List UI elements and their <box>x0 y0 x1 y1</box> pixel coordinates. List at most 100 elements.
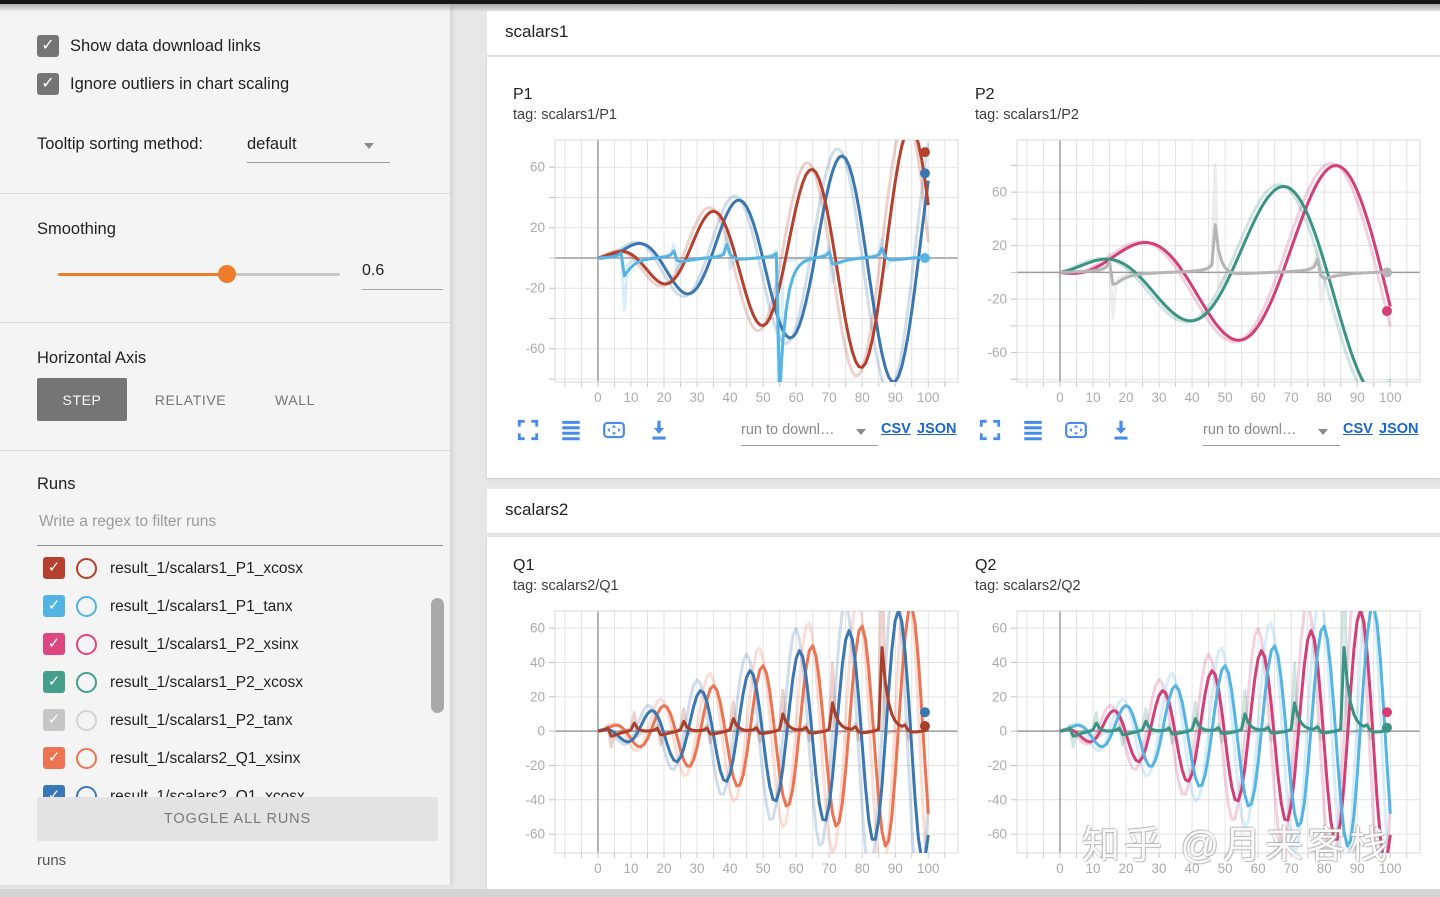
download-dropdown-underline <box>741 445 878 446</box>
run-checkbox[interactable]: ✓ <box>43 595 65 617</box>
top-bar-shadow <box>0 4 1440 12</box>
run-to-download-dropdown[interactable]: run to downl… <box>1203 422 1307 438</box>
smoothing-value-underline <box>362 289 443 290</box>
svg-text:50: 50 <box>1218 390 1233 405</box>
svg-text:40: 40 <box>723 390 738 405</box>
run-color-ring-icon[interactable] <box>76 596 97 617</box>
watermark-text: 知乎 @月来客栈 <box>1082 814 1391 869</box>
fullscreen-icon[interactable] <box>978 418 1002 442</box>
axis-wall-button[interactable]: WALL <box>258 378 332 421</box>
svg-text:20: 20 <box>992 689 1007 704</box>
svg-text:60: 60 <box>530 160 545 175</box>
runs-section-label: Runs <box>37 475 76 494</box>
svg-text:70: 70 <box>822 390 837 405</box>
download-icon[interactable] <box>1109 418 1133 442</box>
svg-text:60: 60 <box>992 621 1007 636</box>
fit-domain-icon[interactable] <box>602 418 626 442</box>
svg-text:20: 20 <box>530 220 545 235</box>
run-checkbox[interactable]: ✓ <box>43 557 65 579</box>
svg-text:0: 0 <box>1056 861 1064 876</box>
run-to-download-dropdown[interactable]: run to downl… <box>741 422 845 438</box>
run-name-label: result_1/scalars1_P2_xcosx <box>110 671 303 695</box>
run-color-ring-icon[interactable] <box>76 558 97 579</box>
download-dropdown-caret-icon[interactable] <box>1318 429 1328 435</box>
run-checkbox[interactable]: ✓ <box>43 747 65 769</box>
run-list-item[interactable]: ✓result_1/scalars2_Q1_xsinx <box>0 743 430 781</box>
fit-domain-icon[interactable] <box>1064 418 1088 442</box>
run-checkbox[interactable]: ✓ <box>43 633 65 655</box>
download-dropdown-underline <box>1203 445 1340 446</box>
data-table-icon[interactable] <box>1021 418 1045 442</box>
run-color-ring-icon[interactable] <box>76 634 97 655</box>
run-list-item[interactable]: ✓ result_1/scalars1_P1_xcosx <box>0 553 430 591</box>
smoothing-slider-handle[interactable] <box>218 265 236 283</box>
svg-text:40: 40 <box>1185 390 1200 405</box>
run-color-ring-icon[interactable] <box>76 748 97 769</box>
download-icon[interactable] <box>647 418 671 442</box>
svg-text:30: 30 <box>690 390 705 405</box>
ignore-outliers-checkbox[interactable]: ✓ <box>37 73 59 95</box>
svg-text:-20: -20 <box>987 292 1007 307</box>
divider <box>0 322 450 323</box>
line-chart-P2[interactable]: 01020304050607080901006020-20-60 <box>962 132 1422 422</box>
chart-tag: tag: scalars2/Q1 <box>513 578 619 594</box>
csv-download-link[interactable]: CSV <box>881 421 911 437</box>
line-chart-P1[interactable]: 01020304050607080901006020-20-60 <box>500 132 960 422</box>
smoothing-value[interactable]: 0.6 <box>362 262 443 280</box>
chart-toolbar: run to downl… CSV JSON <box>500 416 960 452</box>
tooltip-sorting-dropdown[interactable]: default <box>247 135 367 154</box>
svg-text:100: 100 <box>917 861 940 876</box>
data-table-icon[interactable] <box>559 418 583 442</box>
json-download-link[interactable]: JSON <box>917 421 957 437</box>
chart-title: P2 <box>975 86 995 104</box>
runs-footer-label: runs <box>37 852 66 869</box>
line-chart-Q1[interactable]: 01020304050607080901006040200-20-40-60 <box>500 603 960 893</box>
json-download-link[interactable]: JSON <box>1379 421 1419 437</box>
run-filter-underline <box>37 545 443 546</box>
download-dropdown-caret-icon[interactable] <box>856 429 866 435</box>
bottom-scroll-strip[interactable] <box>0 889 1440 897</box>
run-list-item[interactable]: ✓ result_1/scalars1_P2_tanx <box>0 705 430 743</box>
svg-text:0: 0 <box>999 724 1007 739</box>
run-filter-input[interactable] <box>37 512 441 532</box>
svg-text:50: 50 <box>756 390 771 405</box>
run-name-label: result_1/scalars1_P1_xcosx <box>110 557 303 581</box>
run-color-ring-icon[interactable] <box>76 710 97 731</box>
run-checkbox[interactable]: ✓ <box>43 671 65 693</box>
runs-scrollbar[interactable] <box>431 598 444 713</box>
chart-block-P2: P2 tag: scalars1/P2 01020304050607080901… <box>962 86 1422 466</box>
section-header-scalars1[interactable]: scalars1 <box>487 11 1440 56</box>
svg-text:100: 100 <box>1379 390 1402 405</box>
svg-text:0: 0 <box>594 390 602 405</box>
svg-text:-60: -60 <box>525 827 545 842</box>
svg-text:20: 20 <box>992 238 1007 253</box>
run-list-item[interactable]: ✓result_1/scalars1_P1_tanx <box>0 591 430 629</box>
svg-text:-20: -20 <box>987 758 1007 773</box>
svg-text:60: 60 <box>992 185 1007 200</box>
svg-text:60: 60 <box>789 390 804 405</box>
axis-relative-button[interactable]: RELATIVE <box>143 378 238 421</box>
svg-text:-60: -60 <box>987 345 1007 360</box>
axis-step-button[interactable]: STEP <box>37 378 127 421</box>
run-name-label: result_1/scalars1_P2_tanx <box>110 709 293 733</box>
svg-text:90: 90 <box>1350 390 1365 405</box>
chart-block-P1: P1 tag: scalars1/P1 01020304050607080901… <box>500 86 960 466</box>
run-checkbox[interactable]: ✓ <box>43 709 65 731</box>
svg-text:-60: -60 <box>987 827 1007 842</box>
run-list-item[interactable]: ✓ result_1/scalars1_P2_xsinx <box>0 629 430 667</box>
show-download-links-checkbox[interactable]: ✓ <box>37 35 59 57</box>
ignore-outliers-label: Ignore outliers in chart scaling <box>70 73 289 95</box>
section-header-scalars2[interactable]: scalars2 <box>487 489 1440 534</box>
svg-text:60: 60 <box>1251 390 1266 405</box>
tooltip-dropdown-caret-icon[interactable] <box>364 143 374 149</box>
run-color-ring-icon[interactable] <box>76 672 97 693</box>
run-list-item[interactable]: ✓ result_1/scalars1_P2_xcosx <box>0 667 430 705</box>
divider <box>0 450 450 451</box>
toggle-all-runs-button[interactable]: TOGGLE ALL RUNS <box>37 797 438 841</box>
csv-download-link[interactable]: CSV <box>1343 421 1373 437</box>
smoothing-slider[interactable] <box>58 273 340 276</box>
tooltip-dropdown-underline <box>247 162 390 163</box>
svg-text:100: 100 <box>917 390 940 405</box>
fullscreen-icon[interactable] <box>516 418 540 442</box>
run-name-label: result_1/scalars1_P2_xsinx <box>110 633 299 657</box>
